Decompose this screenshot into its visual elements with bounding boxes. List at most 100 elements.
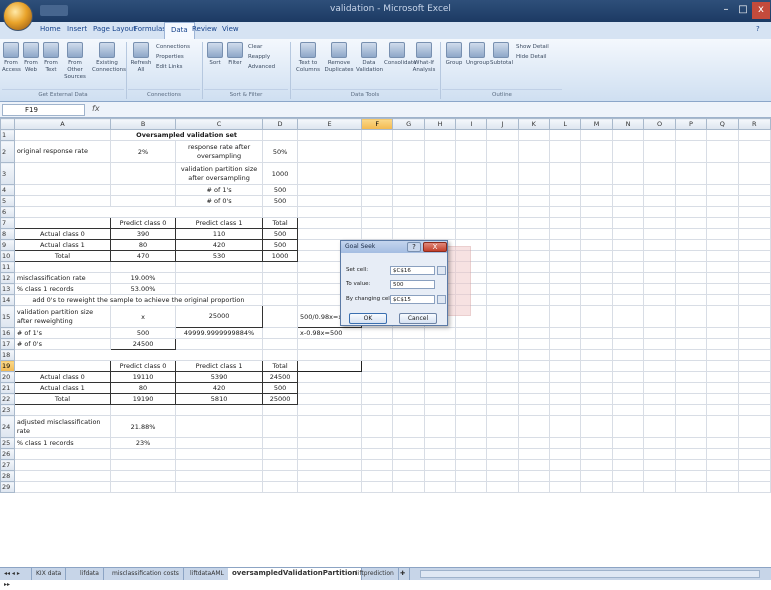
cell[interactable] — [361, 129, 394, 141]
cell[interactable] — [643, 327, 676, 339]
cell[interactable] — [737, 140, 771, 163]
cell[interactable] — [392, 195, 425, 207]
minimize-button[interactable]: – — [718, 2, 734, 19]
cell[interactable] — [517, 206, 550, 218]
cell[interactable] — [423, 448, 457, 460]
cell[interactable] — [643, 371, 676, 383]
cell[interactable] — [517, 184, 550, 196]
cell[interactable] — [455, 393, 488, 405]
cell[interactable] — [611, 415, 645, 438]
column-header[interactable]: Q — [706, 118, 739, 130]
cell[interactable] — [517, 217, 550, 229]
row-header[interactable]: 15 — [0, 305, 15, 328]
cell[interactable] — [361, 448, 394, 460]
quick-access-toolbar[interactable] — [40, 5, 68, 16]
cell[interactable] — [297, 349, 363, 361]
cell[interactable]: Predict class 0 — [110, 217, 177, 229]
cell[interactable] — [548, 239, 582, 251]
cell[interactable]: 53.00% — [110, 283, 177, 295]
cell[interactable] — [175, 459, 264, 471]
cell[interactable] — [706, 415, 739, 438]
row-header[interactable]: 20 — [0, 371, 15, 383]
cell[interactable]: add 0's to reweight the sample to achiev… — [13, 294, 264, 306]
cell[interactable] — [455, 481, 488, 493]
cell[interactable] — [361, 349, 394, 361]
row-header[interactable]: 7 — [0, 217, 15, 229]
cell[interactable]: 50% — [262, 140, 299, 163]
cell[interactable] — [611, 305, 645, 328]
row-header[interactable]: 24 — [0, 415, 15, 438]
cell[interactable] — [737, 349, 771, 361]
by-changing-input[interactable]: $C$15 — [390, 295, 435, 304]
row-header[interactable]: 16 — [0, 327, 15, 339]
cell[interactable]: 25000 — [262, 393, 299, 405]
dialog-close-button[interactable]: X — [423, 242, 447, 252]
cell[interactable] — [423, 360, 457, 372]
cell[interactable] — [392, 140, 425, 163]
cell[interactable] — [175, 272, 264, 284]
cell[interactable] — [580, 404, 613, 416]
cell[interactable] — [486, 470, 519, 482]
cell[interactable] — [517, 228, 550, 240]
cell[interactable] — [611, 437, 645, 449]
cell[interactable] — [643, 184, 676, 196]
cell[interactable] — [361, 481, 394, 493]
cell[interactable] — [737, 481, 771, 493]
cell[interactable]: 19190 — [110, 393, 177, 405]
cell[interactable] — [297, 162, 363, 185]
cell[interactable] — [580, 217, 613, 229]
cell[interactable] — [674, 393, 708, 405]
column-header[interactable]: P — [674, 118, 708, 130]
cell[interactable] — [297, 129, 363, 141]
cell[interactable] — [423, 338, 457, 350]
insert-sheet-icon[interactable]: ✚ — [396, 568, 411, 580]
cell[interactable] — [580, 459, 613, 471]
cell[interactable] — [611, 459, 645, 471]
cell[interactable]: 5390 — [175, 371, 264, 383]
cell[interactable]: x-0.98x=500 — [297, 327, 363, 339]
cell[interactable] — [392, 459, 425, 471]
cell[interactable] — [706, 382, 739, 394]
cell[interactable] — [548, 140, 582, 163]
cell[interactable] — [423, 195, 457, 207]
cell[interactable] — [643, 261, 676, 273]
cell[interactable] — [455, 360, 488, 372]
cell[interactable] — [486, 195, 519, 207]
cell[interactable] — [548, 195, 582, 207]
cell[interactable] — [737, 327, 771, 339]
cell[interactable] — [580, 272, 613, 284]
cell[interactable] — [486, 481, 519, 493]
cell[interactable] — [486, 162, 519, 185]
cell[interactable] — [548, 448, 582, 460]
cell[interactable] — [455, 371, 488, 383]
cell[interactable] — [643, 470, 676, 482]
cell[interactable] — [423, 470, 457, 482]
cell[interactable] — [580, 261, 613, 273]
cell[interactable] — [297, 338, 363, 350]
cell[interactable] — [737, 470, 771, 482]
cell[interactable] — [361, 459, 394, 471]
cell[interactable]: 420 — [175, 239, 264, 251]
cell[interactable] — [611, 261, 645, 273]
cell[interactable] — [548, 184, 582, 196]
cell[interactable] — [706, 283, 739, 295]
cell[interactable] — [706, 481, 739, 493]
cell[interactable] — [611, 206, 645, 218]
cell[interactable] — [297, 448, 363, 460]
cell[interactable] — [486, 283, 519, 295]
cell[interactable] — [517, 371, 550, 383]
cell[interactable] — [580, 250, 613, 262]
properties-button[interactable]: Properties — [156, 53, 184, 62]
cell[interactable] — [706, 294, 739, 306]
cell[interactable] — [262, 261, 299, 273]
cell[interactable] — [175, 261, 264, 273]
function-icon[interactable]: fx — [92, 104, 100, 113]
cell[interactable] — [175, 415, 264, 438]
cell[interactable] — [643, 448, 676, 460]
cell[interactable]: Actual class 0 — [13, 371, 112, 383]
cell[interactable] — [643, 239, 676, 251]
cell[interactable] — [737, 294, 771, 306]
cell[interactable] — [517, 437, 550, 449]
cell[interactable] — [517, 327, 550, 339]
cell[interactable]: 24500 — [110, 338, 177, 350]
